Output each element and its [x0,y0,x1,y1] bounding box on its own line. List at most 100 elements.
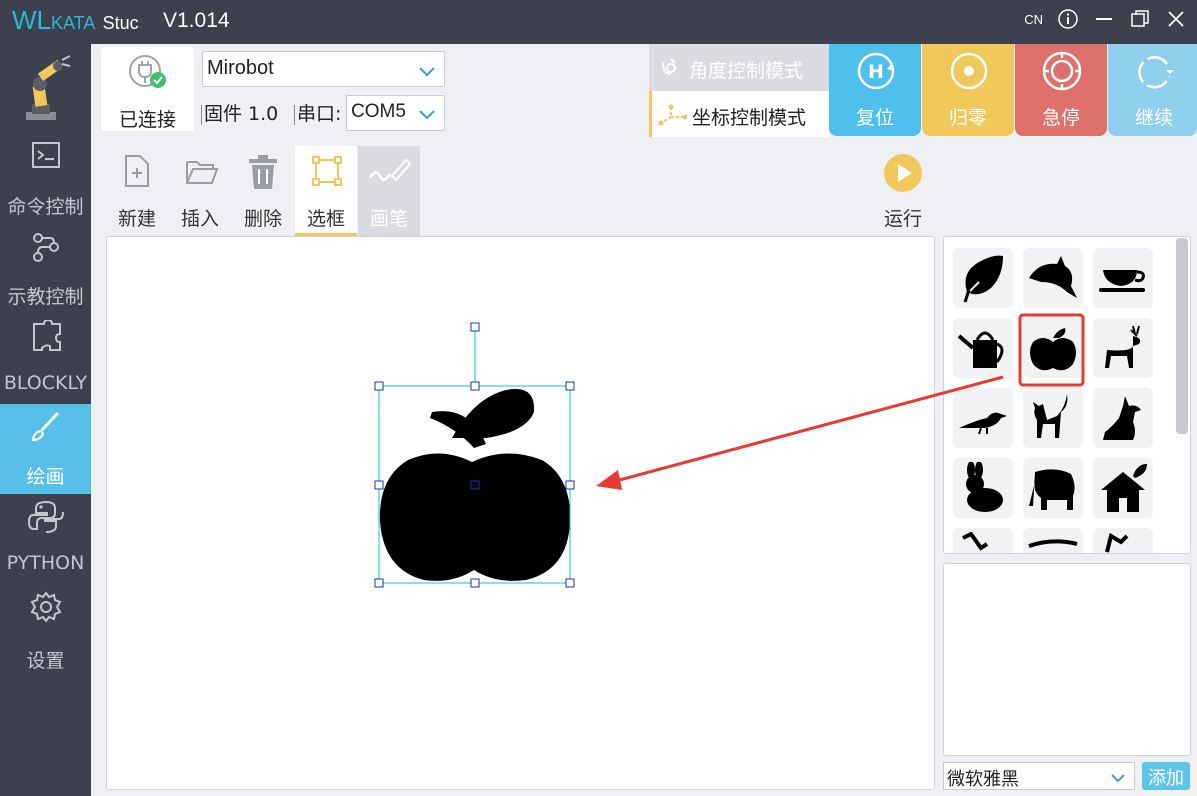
reset-button[interactable]: H 复位 [829,44,921,136]
new-label: 新建 [117,208,156,230]
leaf-icon [963,255,1003,303]
shape-apple[interactable] [1023,318,1083,378]
bird-icon [959,412,1007,435]
run-button[interactable]: 运行 [873,146,933,236]
teach-icon [28,230,64,264]
chevron-down-icon [1110,769,1126,790]
puzzle-icon [28,318,64,354]
shape-watering-can[interactable] [953,318,1013,378]
figure-icon [1028,539,1078,548]
language-toggle[interactable]: CN [1024,12,1043,27]
rabbit-icon [966,462,1003,512]
font-value: 微软雅黑 [947,769,1019,790]
trash-icon [248,154,278,194]
shape-leaf[interactable] [953,248,1013,308]
sidebar-item-label: 命令控制 [7,196,84,218]
emergency-stop-button[interactable]: 急停 [1015,44,1107,136]
restore-icon[interactable] [1129,8,1151,30]
stop-icon [1041,50,1083,96]
resume-icon [1134,50,1176,96]
shape-dolphin[interactable] [1023,248,1083,308]
logo-wl: WL [12,5,51,35]
brush-icon [28,410,64,444]
insert-button[interactable]: 插入 [169,146,231,236]
version-label: V1.014 [163,9,230,32]
window-controls: CN [1024,8,1187,30]
shape-partial-2[interactable] [1023,528,1083,553]
pen-button[interactable]: 画笔 [358,146,420,236]
shape-bird[interactable] [953,388,1013,448]
port-label: 串口: [297,103,342,125]
angle-mode-button[interactable]: 角度控制模式 [649,44,829,91]
shape-partial-1[interactable] [953,528,1013,553]
logo-studio: Stuc [102,13,139,33]
info-icon[interactable] [1057,8,1079,30]
app-logo: WLKATA Stuc [12,5,152,36]
elephant-icon [1029,469,1075,510]
shape-partial-3[interactable] [1093,528,1153,553]
library-scrollbar[interactable] [1176,238,1188,434]
shape-teacup[interactable] [1093,248,1153,308]
sidebar-item-command[interactable]: 命令控制 [0,134,91,224]
emergency-stop-label: 急停 [1041,107,1080,129]
shape-elephant[interactable] [1023,458,1083,518]
delete-button[interactable]: 删除 [232,146,294,236]
connect-button[interactable]: 已连接 [101,47,194,131]
new-button[interactable]: 新建 [106,146,168,236]
robot-model-value: Mirobot [207,57,274,79]
sidebar-item-label: 绘画 [26,466,65,488]
teacup-icon [1099,270,1145,292]
angle-mode-label: 角度控制模式 [689,60,804,82]
serial-port-select[interactable]: COM5 [346,95,445,131]
new-file-icon [122,154,152,192]
watering-can-icon [957,331,1004,368]
folder-open-icon [185,154,219,192]
resume-button[interactable]: 继续 [1108,44,1197,136]
cat-icon [1033,394,1068,438]
firmware-label: 固件 1.0 [204,103,279,125]
run-label: 运行 [883,208,922,230]
zero-label: 归零 [948,107,987,129]
firmware-info: 固件 1.0 [201,99,278,126]
robot-model-select[interactable]: Mirobot [202,51,445,87]
sidebar: 命令控制 示教控制 BLOCKLY 绘画 PYTHON 设置 [0,44,91,796]
coordinate-mode-button[interactable]: 坐标控制模式 [649,91,829,137]
sidebar-item-draw[interactable]: 绘画 [0,404,91,494]
text-input-area[interactable] [943,563,1191,756]
close-icon[interactable] [1165,8,1187,30]
shape-cat[interactable] [1023,388,1083,448]
minimize-icon[interactable] [1093,8,1115,30]
shape-rabbit[interactable] [953,458,1013,518]
drawing-canvas[interactable] [106,236,935,790]
play-icon [882,152,924,198]
shape-deer[interactable] [1093,318,1153,378]
figure-icon [962,532,989,551]
shape-library [943,236,1191,554]
shape-house[interactable] [1093,458,1153,518]
sidebar-item-teach[interactable]: 示教控制 [0,224,91,314]
select-box-button[interactable]: 选框 [295,146,357,236]
sidebar-item-label: PYTHON [6,552,85,574]
python-icon [27,500,64,534]
sidebar-item-python[interactable]: PYTHON [0,494,91,584]
pen-icon [368,154,412,192]
dolphin-icon [1029,256,1077,298]
deer-icon [1105,325,1141,368]
sidebar-item-label: 设置 [26,650,65,672]
resume-label: 继续 [1134,107,1173,129]
connect-status-label: 已连接 [118,109,176,131]
zero-button[interactable]: 归零 [922,44,1014,136]
select-box-icon [311,154,343,192]
sidebar-item-blockly[interactable]: BLOCKLY [0,314,91,404]
insert-label: 插入 [180,208,219,230]
sidebar-item-label: BLOCKLY [3,372,88,394]
shape-dog[interactable] [1093,388,1153,448]
sidebar-item-settings[interactable]: 设置 [0,584,91,674]
robot-arm-icon [20,54,72,124]
port-label-wrap: 串口: [294,99,341,126]
target-icon [948,50,990,96]
add-text-button[interactable]: 添加 [1142,762,1190,790]
sidebar-robot-logo[interactable] [0,44,91,134]
font-select[interactable]: 微软雅黑 [943,762,1135,790]
pen-label: 画笔 [369,208,408,230]
